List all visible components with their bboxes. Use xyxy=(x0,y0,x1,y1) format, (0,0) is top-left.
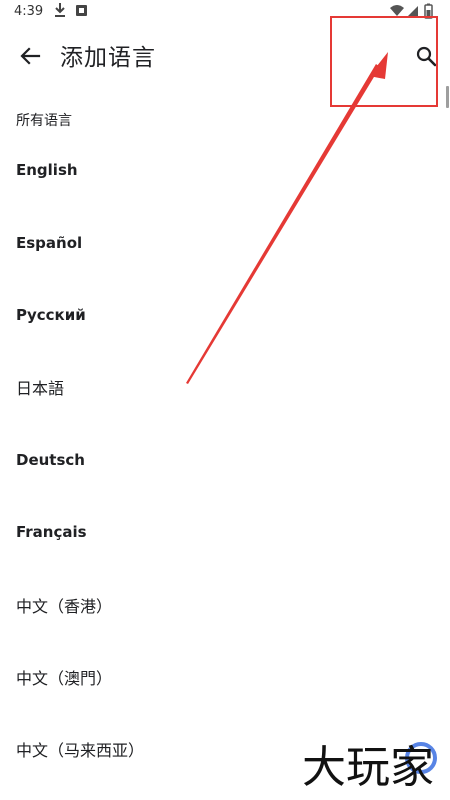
language-item-russian[interactable]: Русский xyxy=(0,279,450,351)
language-item-french[interactable]: Français xyxy=(0,496,450,568)
section-header-all-languages: 所有语言 xyxy=(16,113,72,129)
language-item-japanese[interactable]: 日本語 xyxy=(0,351,450,423)
app-notification-icon xyxy=(76,5,87,16)
status-time: 4:39 xyxy=(14,4,44,19)
language-item-chinese-hongkong[interactable]: 中文（香港） xyxy=(0,568,450,640)
language-list: English Español Русский 日本語 Deutsch Fran… xyxy=(0,134,450,786)
back-button[interactable] xyxy=(12,38,48,74)
back-arrow-icon xyxy=(20,47,41,65)
watermark-text: 大玩家 xyxy=(302,742,434,793)
language-item-english[interactable]: English xyxy=(0,134,450,206)
language-item-chinese-macau[interactable]: 中文（澳門） xyxy=(0,641,450,713)
language-item-german[interactable]: Deutsch xyxy=(0,424,450,496)
language-item-spanish[interactable]: Español xyxy=(0,206,450,278)
wifi-icon xyxy=(390,5,404,16)
watermark-logo: 大玩家 xyxy=(302,742,437,793)
download-icon xyxy=(55,3,65,17)
annotation-highlight-box xyxy=(330,16,438,107)
scrollbar-thumb[interactable] xyxy=(446,86,449,108)
page-title: 添加语言 xyxy=(60,45,156,71)
screen: 4:39 添加语言 所有语言 English Español Русский 日… xyxy=(0,0,450,800)
